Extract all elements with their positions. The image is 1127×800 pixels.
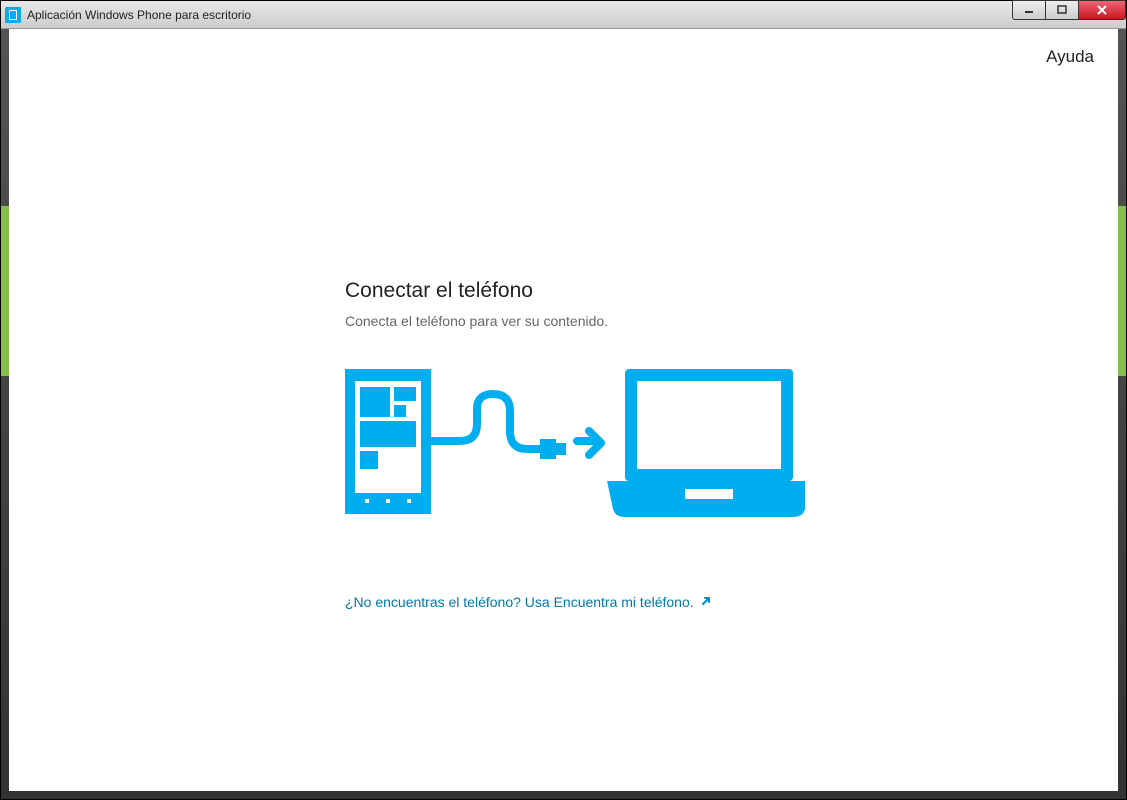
find-my-phone-text: ¿No encuentras el teléfono? Usa Encuentr… bbox=[345, 594, 694, 610]
page-subtitle: Conecta el teléfono para ver su contenid… bbox=[345, 313, 825, 329]
client-area: Ayuda Conectar el teléfono Conecta el te… bbox=[9, 29, 1118, 791]
minimize-button[interactable] bbox=[1012, 0, 1046, 20]
maximize-button[interactable] bbox=[1045, 0, 1079, 20]
find-my-phone-link[interactable]: ¿No encuentras el teléfono? Usa Encuentr… bbox=[345, 594, 712, 610]
cable-icon bbox=[431, 394, 566, 459]
window-controls bbox=[1013, 0, 1126, 20]
titlebar[interactable]: Aplicación Windows Phone para escritorio bbox=[1, 1, 1126, 29]
main-content: Conectar el teléfono Conecta el teléfono… bbox=[345, 279, 825, 612]
laptop-icon bbox=[607, 369, 805, 517]
background-accent bbox=[1, 206, 9, 376]
help-link[interactable]: Ayuda bbox=[1046, 47, 1094, 67]
page-title: Conectar el teléfono bbox=[345, 279, 825, 303]
background-accent bbox=[1118, 206, 1126, 376]
app-icon bbox=[5, 7, 21, 23]
arrow-icon bbox=[577, 431, 601, 455]
phone-icon bbox=[345, 369, 431, 514]
connect-phone-illustration bbox=[345, 369, 825, 524]
close-button[interactable] bbox=[1078, 0, 1126, 20]
external-link-icon bbox=[700, 595, 712, 610]
window-title: Aplicación Windows Phone para escritorio bbox=[27, 8, 251, 22]
window-frame: Aplicación Windows Phone para escritorio… bbox=[0, 0, 1127, 800]
